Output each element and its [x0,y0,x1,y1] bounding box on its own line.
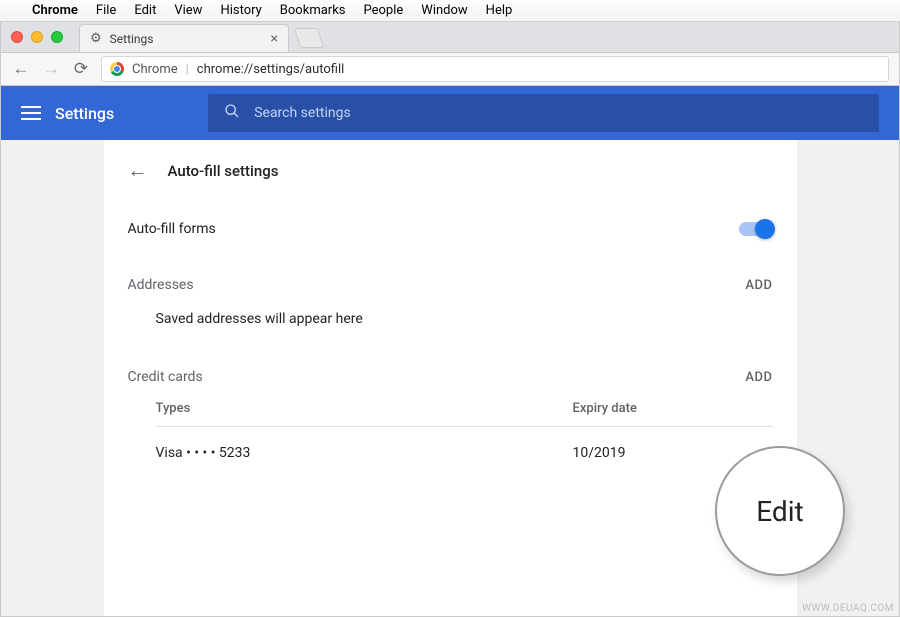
window-close-button[interactable] [11,31,23,43]
column-expiry: Expiry date [573,401,773,416]
watermark: WWW.DEUAQ.COM [802,603,894,614]
column-types: Types [156,401,573,416]
mac-menubar: Chrome File Edit View History Bookmarks … [0,0,900,22]
omnibox-product: Chrome [132,62,178,77]
credit-card-row[interactable]: Visa • • • • 5233 10/2019 [156,427,773,479]
card-header: ← Auto-fill settings [104,140,797,213]
hamburger-menu-icon[interactable] [21,106,41,120]
search-icon [224,103,240,123]
menu-view[interactable]: View [174,3,202,18]
tab-close-button[interactable]: × [271,31,278,47]
addresses-section-header: Addresses ADD [104,245,797,301]
omnibox-separator: | [186,62,189,77]
app-menu[interactable]: Chrome [32,3,78,18]
menu-history[interactable]: History [220,3,261,18]
menu-edit[interactable]: Edit [134,3,156,18]
edit-callout: Edit [715,446,845,576]
addresses-label: Addresses [128,277,194,293]
tab-title: Settings [110,32,154,46]
search-settings-input[interactable] [254,105,863,121]
window-controls [11,31,63,43]
browser-tab[interactable]: ⚙ Settings × [79,24,289,52]
tab-strip: ⚙ Settings × [1,22,899,52]
card-type-cell: Visa • • • • 5233 [156,445,573,461]
page-title: Auto-fill settings [168,162,279,180]
credit-cards-label: Credit cards [128,369,203,385]
address-bar[interactable]: Chrome | chrome://settings/autofill [101,56,889,82]
search-settings-box[interactable] [208,94,879,132]
autofill-forms-toggle[interactable] [739,222,773,236]
menu-help[interactable]: Help [486,3,513,18]
browser-toolbar: ← → ⟳ Chrome | chrome://settings/autofil… [1,52,899,86]
menu-bookmarks[interactable]: Bookmarks [280,3,346,18]
forward-button[interactable]: → [41,59,61,79]
settings-title: Settings [55,104,114,123]
menu-people[interactable]: People [364,3,404,18]
window-minimize-button[interactable] [31,31,43,43]
autofill-forms-row: Auto-fill forms [104,213,797,245]
cards-table-header: Types Expiry date [156,393,773,427]
chrome-icon [110,62,124,76]
menu-window[interactable]: Window [421,3,467,18]
settings-header: Settings [1,86,899,140]
addresses-empty-text: Saved addresses will appear here [104,301,797,337]
autofill-forms-label: Auto-fill forms [128,221,216,237]
gear-icon: ⚙ [90,31,102,46]
credit-cards-section-header: Credit cards ADD [104,337,797,393]
new-tab-button[interactable] [294,28,324,48]
settings-card: ← Auto-fill settings Auto-fill forms Add… [104,140,797,616]
back-button[interactable]: ← [11,59,31,79]
add-address-button[interactable]: ADD [745,278,772,293]
reload-button[interactable]: ⟳ [71,59,91,79]
omnibox-url: chrome://settings/autofill [197,62,345,77]
back-arrow-icon[interactable]: ← [128,158,148,183]
window-zoom-button[interactable] [51,31,63,43]
menu-file[interactable]: File [96,3,116,18]
add-card-button[interactable]: ADD [745,370,772,385]
